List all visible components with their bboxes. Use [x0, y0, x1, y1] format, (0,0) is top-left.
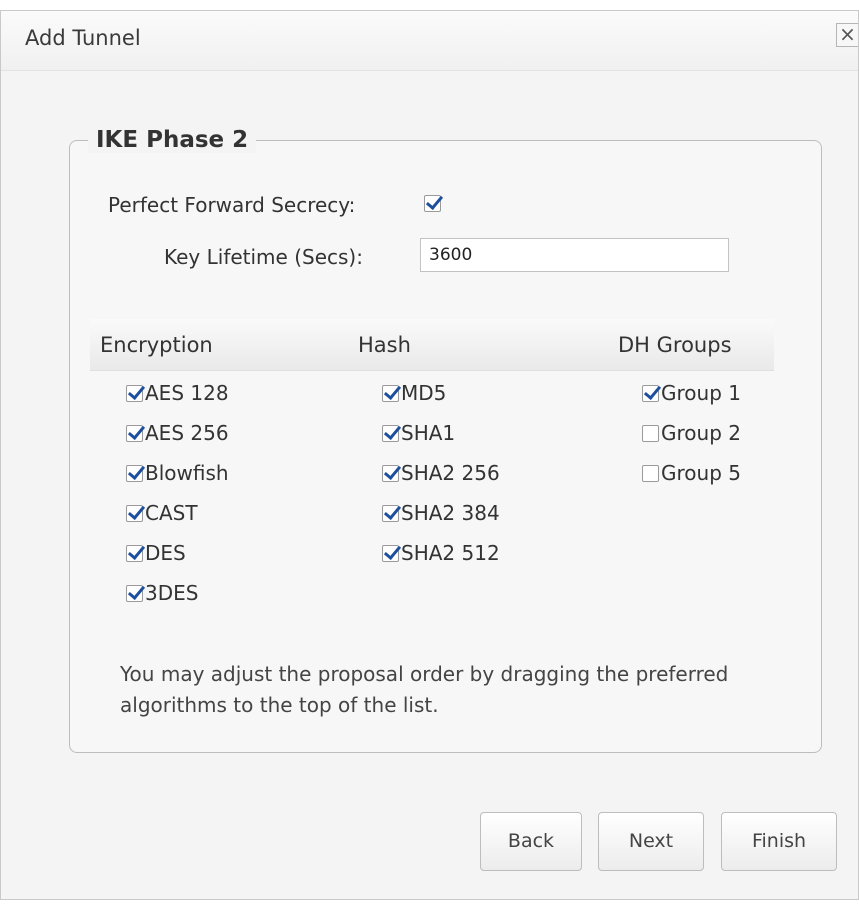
hash-option-label: SHA2 512	[401, 541, 500, 565]
add-tunnel-dialog: Add Tunnel × IKE Phase 2 Perfect Forward…	[0, 10, 859, 900]
encryption-column-header: Encryption	[90, 319, 348, 371]
key-lifetime-input[interactable]	[420, 238, 729, 272]
hash-option[interactable]: SHA2 256	[382, 461, 500, 485]
hash-option-label: SHA1	[401, 421, 456, 445]
dh-group-option-label: Group 2	[661, 421, 741, 445]
finish-button[interactable]: Finish	[721, 812, 837, 871]
hash-option[interactable]: SHA1	[382, 421, 455, 445]
dh-group-checkbox[interactable]	[642, 425, 659, 442]
proposal-order-hint: You may adjust the proposal order by dra…	[120, 662, 729, 717]
encryption-option[interactable]: AES 256	[126, 421, 229, 445]
key-lifetime-label: Key Lifetime (Secs):	[164, 245, 363, 269]
hash-checkbox[interactable]	[382, 505, 399, 522]
encryption-option-label: AES 256	[145, 421, 229, 445]
encryption-checkbox[interactable]	[126, 505, 143, 522]
hash-option[interactable]: MD5	[382, 381, 446, 405]
encryption-checkbox[interactable]	[126, 465, 143, 482]
hash-checkbox[interactable]	[382, 465, 399, 482]
hash-checkbox[interactable]	[382, 385, 399, 402]
encryption-option-label: 3DES	[145, 581, 199, 605]
hash-option[interactable]: SHA2 384	[382, 501, 500, 525]
encryption-option[interactable]: AES 128	[126, 381, 229, 405]
encryption-checkbox[interactable]	[126, 585, 143, 602]
hash-option-label: SHA2 256	[401, 461, 500, 485]
encryption-option-label: DES	[145, 541, 186, 565]
encryption-option-label: CAST	[145, 501, 198, 525]
hash-column-header: Hash	[348, 319, 604, 371]
hash-option-label: MD5	[401, 381, 447, 405]
dh-groups-column-header: DH Groups	[604, 319, 774, 371]
hash-checkbox[interactable]	[382, 425, 399, 442]
hash-option-label: SHA2 384	[401, 501, 500, 525]
next-button[interactable]: Next	[598, 812, 704, 871]
hash-option[interactable]: SHA2 512	[382, 541, 500, 565]
fieldset-legend: IKE Phase 2	[88, 127, 257, 153]
dh-group-checkbox[interactable]	[642, 465, 659, 482]
dh-group-option-label: Group 5	[661, 461, 741, 485]
dialog-title: Add Tunnel	[25, 26, 141, 50]
dialog-titlebar: Add Tunnel ×	[1, 11, 858, 71]
dh-group-option[interactable]: Group 1	[642, 381, 741, 405]
back-button[interactable]: Back	[480, 812, 582, 871]
encryption-option[interactable]: CAST	[126, 501, 198, 525]
encryption-checkbox[interactable]	[126, 385, 143, 402]
ike-phase-2-fieldset: IKE Phase 2 Perfect Forward Secrecy: Key…	[69, 127, 822, 753]
encryption-checkbox[interactable]	[126, 425, 143, 442]
pfs-checkbox[interactable]	[424, 195, 441, 212]
hash-checkbox[interactable]	[382, 545, 399, 562]
encryption-option[interactable]: 3DES	[126, 581, 198, 605]
pfs-label: Perfect Forward Secrecy:	[108, 193, 356, 217]
dh-group-option-label: Group 1	[661, 381, 741, 405]
encryption-option-label: Blowfish	[145, 461, 229, 485]
dh-group-option[interactable]: Group 2	[642, 421, 741, 445]
dh-group-option[interactable]: Group 5	[642, 461, 741, 485]
encryption-option[interactable]: DES	[126, 541, 186, 565]
encryption-option[interactable]: Blowfish	[126, 461, 229, 485]
encryption-checkbox[interactable]	[126, 545, 143, 562]
encryption-option-label: AES 128	[145, 381, 229, 405]
pfs-checkbox-wrap	[424, 191, 441, 215]
close-icon[interactable]: ×	[836, 23, 858, 47]
dh-group-checkbox[interactable]	[642, 385, 659, 402]
